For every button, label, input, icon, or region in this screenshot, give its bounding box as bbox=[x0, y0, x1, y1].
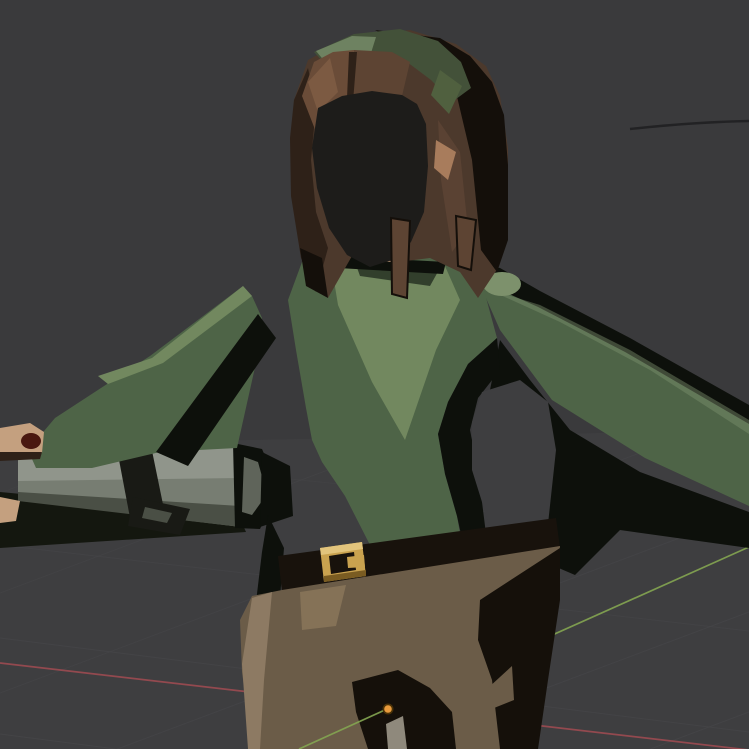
buckle-tongue bbox=[347, 555, 365, 568]
hand-dark-red-patch bbox=[21, 433, 41, 449]
belt-buckle bbox=[320, 542, 366, 582]
origin-marker-dot bbox=[384, 705, 392, 713]
origin-marker[interactable] bbox=[383, 704, 394, 715]
head bbox=[290, 29, 508, 298]
viewport-canvas[interactable] bbox=[0, 0, 749, 749]
viewport-3d[interactable] bbox=[0, 0, 749, 749]
hair-strand-left bbox=[391, 218, 410, 298]
